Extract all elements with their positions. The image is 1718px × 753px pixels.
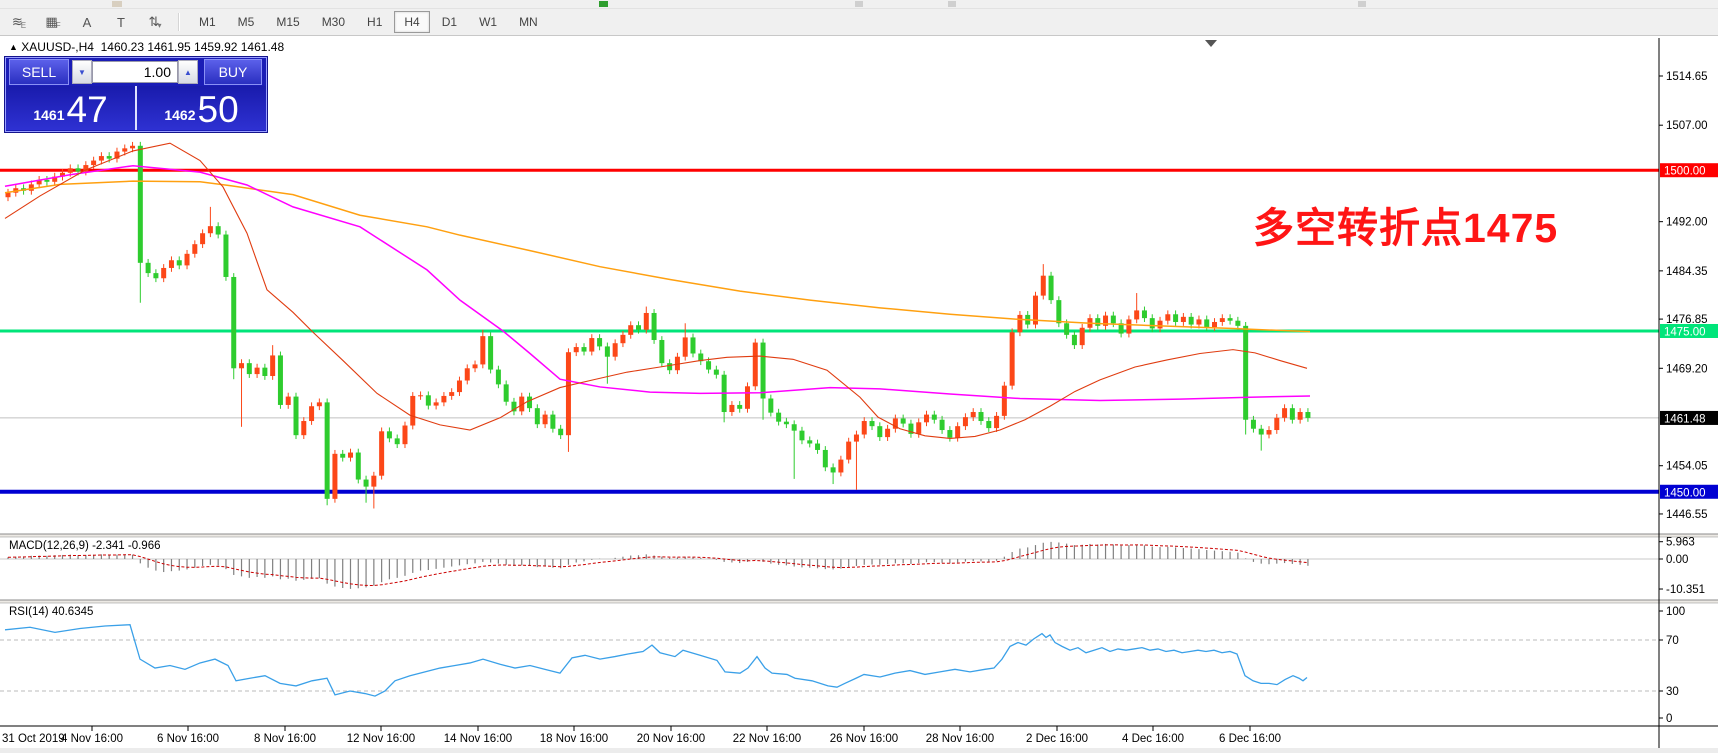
- time-tick-label: 14 Nov 16:00: [444, 733, 512, 745]
- rsi-scale-label: 70: [1666, 635, 1679, 647]
- toolbar-separator: [178, 13, 180, 31]
- price-tick-label: 1507.00: [1666, 120, 1708, 132]
- sell-price-small: 1461: [33, 107, 64, 123]
- collapse-marker-icon: ▲: [9, 42, 18, 52]
- time-tick-label: 4 Nov 16:00: [61, 733, 123, 745]
- time-tick-label: 31 Oct 2019: [2, 733, 65, 745]
- macd-scale-label: -10.351: [1666, 584, 1705, 596]
- svg-text:1450.00: 1450.00: [1664, 487, 1706, 499]
- time-tick-label: 18 Nov 16:00: [540, 733, 608, 745]
- macd-scale-label: 5.963: [1666, 537, 1695, 549]
- symbol-ohlc-header: ▲ XAUUSD-,H4 1460.23 1461.95 1459.92 146…: [9, 40, 284, 54]
- sell-price-big: 47: [67, 92, 108, 128]
- rsi-scale-label: 30: [1666, 686, 1679, 698]
- volume-decrease-button[interactable]: ▼: [72, 60, 92, 84]
- price-tick-label: 1492.00: [1666, 217, 1708, 229]
- arrange-windows-icon[interactable]: ⇅▾: [140, 11, 170, 33]
- rsi-label: RSI(14) 40.6345: [9, 606, 93, 618]
- price-tick-label: 1484.35: [1666, 266, 1708, 278]
- clipped-icon: [855, 1, 863, 7]
- timeframe-M30[interactable]: M30: [312, 11, 355, 33]
- time-tick-label: 12 Nov 16:00: [347, 733, 415, 745]
- timeframe-H1[interactable]: H1: [357, 11, 392, 33]
- clipped-icon: [948, 1, 956, 7]
- buy-price-big: 50: [198, 92, 239, 128]
- panel-frames: [0, 36, 1718, 753]
- macd-label: MACD(12,26,9) -2.341 -0.966: [9, 540, 161, 552]
- time-tick-label: 6 Nov 16:00: [157, 733, 219, 745]
- timeframe-M1[interactable]: M1: [189, 11, 226, 33]
- time-tick-label: 20 Nov 16:00: [637, 733, 705, 745]
- price-tick-label: 1514.65: [1666, 71, 1708, 83]
- timeframe-MN[interactable]: MN: [509, 11, 548, 33]
- price-tick-label: 1469.20: [1666, 363, 1708, 375]
- clipped-icon: [112, 1, 122, 7]
- timeframe-W1[interactable]: W1: [469, 11, 507, 33]
- time-tick-label: 2 Dec 16:00: [1026, 733, 1088, 745]
- price-tick-label: 1454.05: [1666, 461, 1708, 473]
- timeframe-group: M1M5M15M30H1H4D1W1MN: [188, 11, 549, 33]
- time-tick-label: 28 Nov 16:00: [926, 733, 994, 745]
- svg-text:1461.48: 1461.48: [1664, 413, 1706, 425]
- chart-window[interactable]: 1514.651507.001492.001484.351476.851469.…: [0, 36, 1718, 753]
- sell-button[interactable]: SELL: [9, 59, 69, 85]
- price-tick-label: 1446.55: [1666, 509, 1708, 521]
- time-tick-label: 22 Nov 16:00: [733, 733, 801, 745]
- chart-toolbar: ≋E ▦F A T ⇅▾ M1M5M15M30H1H4D1W1MN: [0, 9, 1718, 36]
- rsi-scale-label: 100: [1666, 606, 1685, 618]
- timeframe-D1[interactable]: D1: [432, 11, 467, 33]
- timeframe-M15[interactable]: M15: [266, 11, 309, 33]
- chart-annotation-text: 多空转折点1475: [1253, 194, 1558, 254]
- time-tick-label: 8 Nov 16:00: [254, 733, 316, 745]
- symbol-label: XAUUSD-,H4: [21, 40, 94, 54]
- time-tick-label: 4 Dec 16:00: [1122, 733, 1184, 745]
- time-tick-label: 6 Dec 16:00: [1219, 733, 1281, 745]
- buy-price-small: 1462: [164, 107, 195, 123]
- chart-canvas[interactable]: 1514.651507.001492.001484.351476.851469.…: [0, 36, 1718, 753]
- grid-icon[interactable]: ▦F: [38, 11, 68, 33]
- clipped-toolbar-row: [0, 0, 1718, 9]
- trade-panel-prices: 1461 47 1462 50: [6, 86, 266, 130]
- one-click-trade-panel: SELL ▼ ▲ BUY 1461 47 1462 50: [5, 57, 267, 132]
- clipped-icon: [1358, 1, 1366, 7]
- macd-scale-label: 0.00: [1666, 554, 1688, 566]
- text-label-icon[interactable]: A: [72, 11, 102, 33]
- volume-increase-button[interactable]: ▲: [178, 60, 198, 84]
- timeframe-H4[interactable]: H4: [394, 11, 429, 33]
- trade-panel-controls: SELL ▼ ▲ BUY: [6, 58, 266, 86]
- buy-price[interactable]: 1462 50: [137, 86, 266, 130]
- ohlc-values: 1460.23 1461.95 1459.92 1461.48: [101, 40, 285, 54]
- time-tick-label: 26 Nov 16:00: [830, 733, 898, 745]
- clipped-icon: [599, 1, 608, 7]
- timeframe-M5[interactable]: M5: [228, 11, 265, 33]
- volume-input[interactable]: [92, 61, 178, 83]
- svg-text:1500.00: 1500.00: [1664, 166, 1706, 178]
- indicators-icon[interactable]: ≋E: [4, 11, 34, 33]
- svg-text:1475.00: 1475.00: [1664, 326, 1706, 338]
- text-box-icon[interactable]: T: [106, 11, 136, 33]
- buy-button[interactable]: BUY: [204, 59, 262, 85]
- sell-price[interactable]: 1461 47: [6, 86, 137, 130]
- rsi-scale-label: 0: [1666, 713, 1672, 725]
